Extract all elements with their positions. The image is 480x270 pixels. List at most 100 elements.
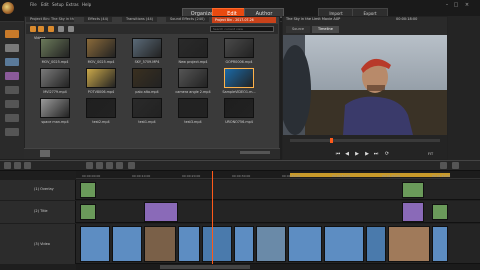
library-video-icon[interactable] (5, 44, 19, 52)
library-thumbnail[interactable] (40, 68, 70, 88)
library-item-label: palo alto.mp4 (135, 90, 159, 94)
library-thumbnail[interactable] (132, 68, 162, 88)
zoom-select[interactable]: FIT (428, 152, 433, 156)
zoom-out-icon[interactable] (440, 162, 447, 169)
timeline-scroll-thumb[interactable] (160, 265, 250, 269)
menu-extras[interactable]: Extras (66, 2, 79, 7)
right-panel-strip (448, 16, 480, 160)
library-disc-icon[interactable] (5, 128, 19, 136)
library-effects-icon[interactable] (5, 86, 19, 94)
library-thumbnail[interactable] (132, 38, 162, 58)
tab-timeline[interactable]: Timeline (312, 26, 339, 33)
timeline-clip[interactable] (402, 182, 424, 198)
maximize-icon[interactable]: □ (453, 2, 459, 8)
ruler-label: 00:00:50:00 (332, 174, 351, 178)
rating-icon[interactable] (68, 26, 74, 32)
library-item-label: test2.mp4 (92, 120, 110, 124)
library-tab-effects[interactable]: Effects (44) (84, 17, 113, 22)
preview-toggle-icon[interactable] (40, 150, 50, 157)
library-audio-icon[interactable] (5, 58, 19, 66)
library-item-label: MOV_0025.mp4 (41, 60, 69, 64)
delete-icon[interactable] (96, 162, 103, 169)
timeline-playhead[interactable] (212, 171, 213, 266)
back-icon[interactable] (30, 26, 36, 32)
marker-icon[interactable] (116, 162, 123, 169)
timeline-scrollbar[interactable] (76, 264, 480, 270)
timeline-clip[interactable] (80, 226, 110, 262)
tab-source[interactable]: Source (286, 26, 311, 33)
timeline-clip[interactable] (144, 226, 176, 262)
close-icon[interactable]: × (464, 2, 470, 8)
library-thumbnail[interactable] (86, 68, 116, 88)
library-titles-icon[interactable] (5, 72, 19, 80)
library-thumbnail[interactable] (132, 98, 162, 118)
timeline-clip[interactable] (112, 226, 142, 262)
library-item-label: GOPR0006.mp4 (225, 60, 253, 64)
player-scrub-handle[interactable] (330, 138, 333, 143)
library-transitions-icon[interactable] (5, 100, 19, 108)
thumbnail-size-slider[interactable] (240, 151, 270, 154)
library-tab-sound[interactable]: Sound Effects (240) (166, 17, 209, 22)
ruler-label: 00:01:10:00 (432, 174, 451, 178)
library-thumbnail[interactable] (224, 98, 254, 118)
razor-icon[interactable] (86, 162, 93, 169)
zoom-in-icon[interactable] (452, 162, 459, 169)
storyboard-icon[interactable] (14, 162, 21, 169)
play-icon[interactable]: ▶ (354, 151, 360, 157)
timeline-clip[interactable] (178, 226, 200, 262)
library-thumbnail[interactable] (86, 38, 116, 58)
audio-mixer-icon[interactable] (128, 162, 135, 169)
timeline-clip[interactable] (256, 226, 286, 262)
timeline-clip[interactable] (388, 226, 430, 262)
player-title: The Sky in the Limit Movie AXP (286, 17, 341, 21)
skip-back-icon[interactable]: ⏮ (335, 151, 341, 157)
menu-edit[interactable]: Edit (41, 2, 49, 7)
timeline-clip[interactable] (234, 226, 254, 262)
skip-forward-icon[interactable]: ⏭ (373, 151, 379, 157)
timeline-clip[interactable] (432, 204, 448, 220)
library-thumbnail[interactable] (178, 98, 208, 118)
minimize-icon[interactable]: – (444, 2, 450, 8)
library-thumbnail[interactable] (224, 68, 254, 88)
library-item-label: URONO756.mp4 (225, 120, 253, 124)
library-projects-icon[interactable] (5, 114, 19, 122)
timeline-clip[interactable] (202, 226, 232, 262)
timeline-clip[interactable] (80, 182, 96, 198)
timeline-clip[interactable] (366, 226, 386, 262)
library-tab-transitions[interactable]: Transitions (44) (122, 17, 158, 22)
track-name-overlay: (1) Overlay (34, 187, 54, 191)
timeline-clip[interactable] (432, 226, 448, 262)
library-item-label: test1.mp4 (138, 120, 156, 124)
step-forward-icon[interactable]: ▶ (364, 151, 370, 157)
library-photo-icon[interactable] (5, 30, 19, 38)
library-thumbnail[interactable] (224, 38, 254, 58)
ruler-label: 00:00:30:00 (232, 174, 251, 178)
library-thumbnail[interactable] (40, 98, 70, 118)
project-bin-tab[interactable]: Project Bin - 2017-07-26 (212, 17, 276, 23)
menu-help[interactable]: Help (82, 2, 91, 7)
menu-file[interactable]: File (30, 2, 37, 7)
timeline-clip[interactable] (402, 202, 424, 222)
snap-icon[interactable] (106, 162, 113, 169)
library-tab-project[interactable]: Project Bin: The Sky in the Limit... (26, 17, 74, 22)
library-thumbnail[interactable] (178, 38, 208, 58)
library-thumbnail[interactable] (40, 38, 70, 58)
timeline-clip[interactable] (288, 226, 322, 262)
timeline-clip[interactable] (324, 226, 364, 262)
player-scrubber[interactable] (290, 139, 440, 142)
timeline-clip[interactable] (80, 204, 96, 220)
ruler-label: 00:00:40:00 (282, 174, 301, 178)
menu-setup[interactable]: Setup (52, 2, 64, 7)
settings-icon[interactable] (4, 162, 11, 169)
timeline-clip[interactable] (144, 202, 178, 222)
library-thumbnail[interactable] (86, 98, 116, 118)
forward-icon[interactable] (38, 26, 44, 32)
library-search-input[interactable]: Search current view (210, 26, 274, 32)
step-back-icon[interactable]: ◀ (344, 151, 350, 157)
library-thumbnail[interactable] (178, 68, 208, 88)
track-name-video: (3) Video (34, 242, 50, 246)
track-add-icon[interactable] (24, 162, 31, 169)
loop-icon[interactable]: ⟳ (384, 151, 390, 157)
tag-icon[interactable] (58, 26, 64, 32)
folder-icon[interactable] (48, 26, 54, 32)
